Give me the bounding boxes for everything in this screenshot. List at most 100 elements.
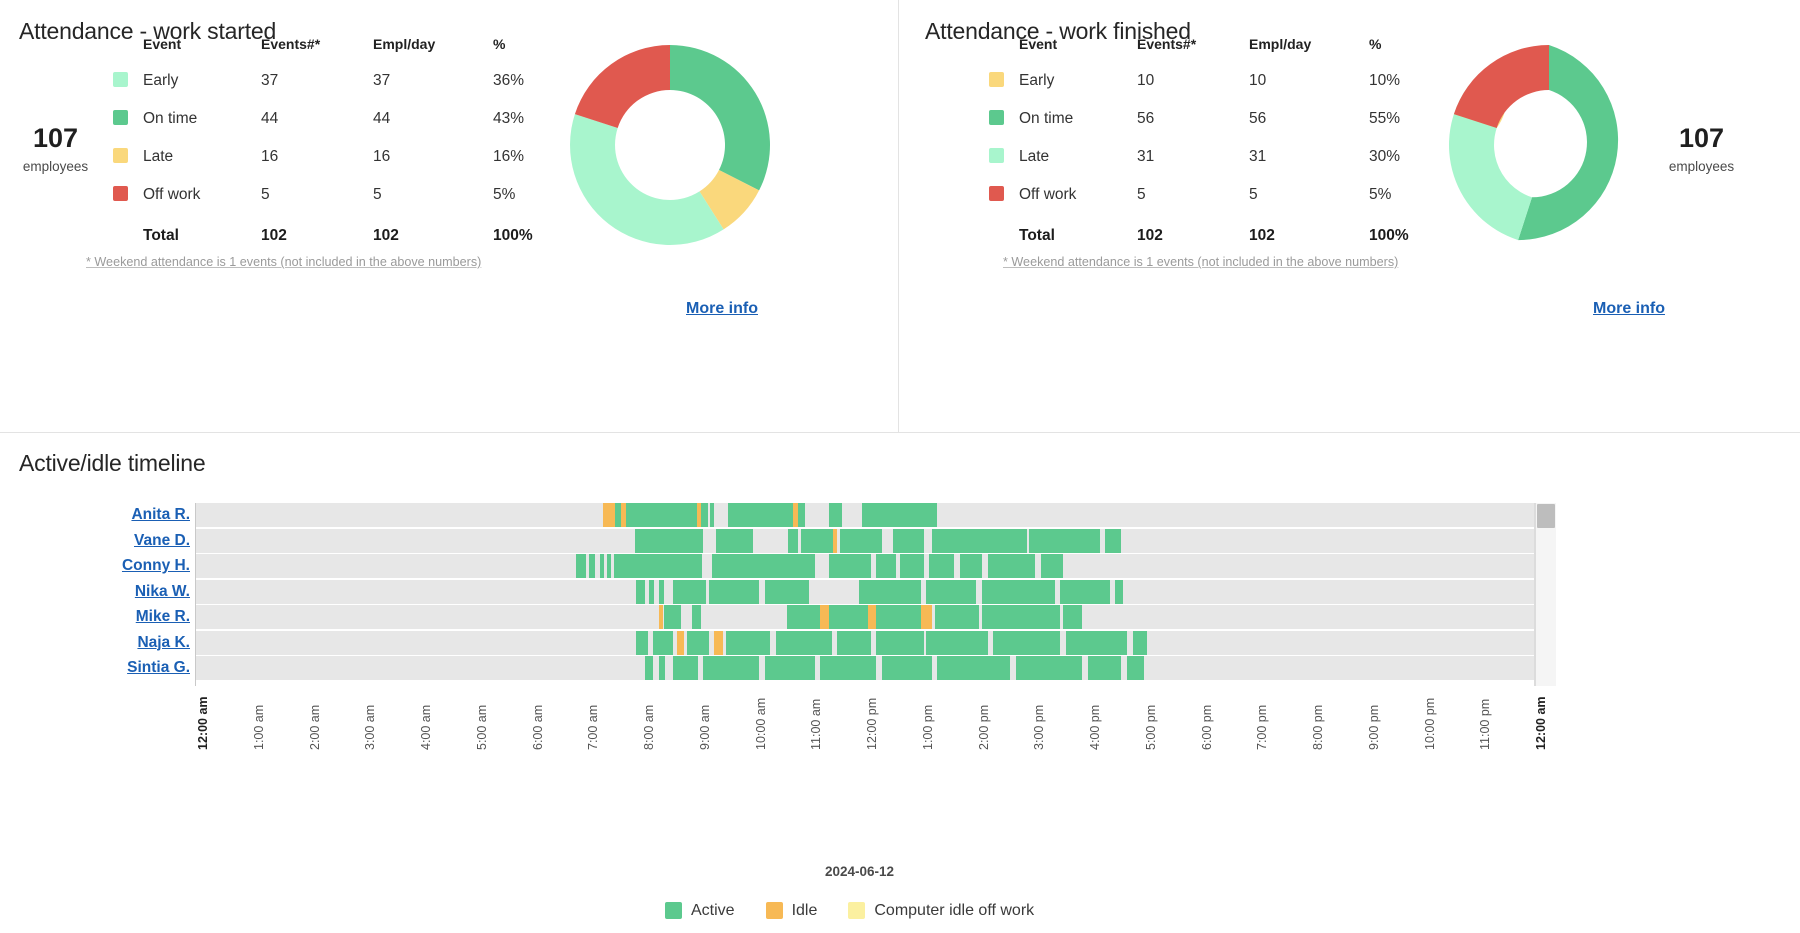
timeline-segment-active[interactable] [934,605,980,629]
timeline-segment-active[interactable] [764,579,810,604]
timeline-segment-active[interactable] [892,528,924,553]
timeline-segment-active[interactable] [862,503,938,527]
timeline-segment-idle[interactable] [714,630,723,655]
timeline-segment-active[interactable] [589,554,595,578]
timeline-scrollbar-thumb[interactable] [1537,504,1555,528]
x-axis-tick-label: 2:00 pm [976,704,991,750]
timeline-segment-idle[interactable] [867,605,877,629]
timeline-segment-active[interactable] [931,528,1027,553]
timeline-segment-active[interactable] [959,554,983,578]
timeline-segment-active[interactable] [630,503,644,527]
timeline-segment-active[interactable] [1060,579,1111,604]
timeline-segment-active[interactable] [828,605,868,629]
timeline-segment-active[interactable] [929,554,955,578]
timeline-segment-active[interactable] [711,554,815,578]
timeline-segment-active[interactable] [643,503,697,527]
legend-item[interactable]: Active [665,902,735,920]
timeline-segment-active[interactable] [576,554,587,578]
timeline-segment-active[interactable] [987,554,1036,578]
timeline-segment-active[interactable] [715,528,754,553]
timeline-segment-idle[interactable] [676,630,684,655]
employee-link-anita-r[interactable]: Anita R. [0,506,190,524]
timeline-segment-active[interactable] [1114,579,1123,604]
timeline-segment-active[interactable] [1088,656,1122,680]
timeline-segment-active[interactable] [636,579,645,604]
x-axis-tick-label: 7:00 pm [1255,704,1270,750]
timeline-segment-active[interactable] [800,528,833,553]
timeline-segment-idle[interactable] [658,605,664,629]
timeline-segment-active[interactable] [1062,605,1083,629]
timeline-segment-active[interactable] [708,579,760,604]
timeline-segment-active[interactable] [828,503,842,527]
timeline-segment-active[interactable] [859,579,921,604]
timeline-segment-idle[interactable] [820,605,829,629]
timeline-segment-active[interactable] [786,605,821,629]
timeline-segment-active[interactable] [703,656,760,680]
legend-item[interactable]: Idle [765,902,817,920]
timeline-segment-active[interactable] [982,605,1061,629]
legend-item[interactable]: Computer idle off work [848,902,1034,920]
timeline-segment-active[interactable] [1065,630,1127,655]
timeline-segment-active[interactable] [993,630,1061,655]
timeline-segment-active[interactable] [839,528,882,553]
timeline-segment-active[interactable] [658,656,666,680]
employee-link-naja-k[interactable]: Naja K. [0,634,190,652]
more-info-link-right[interactable]: More info [1593,300,1665,318]
timeline-segment-active[interactable] [1040,554,1063,578]
timeline-segment-active[interactable] [644,656,654,680]
timeline-segment-active[interactable] [876,554,896,578]
timeline-segment-active[interactable] [700,503,708,527]
timeline-segment-active[interactable] [837,630,871,655]
timeline-segment-active[interactable] [1104,528,1122,553]
timeline-segment-idle[interactable] [920,605,932,629]
timeline-segment-active[interactable] [600,554,605,578]
timeline-segment-idle[interactable] [602,503,616,527]
timeline-segment-active[interactable] [899,554,924,578]
timeline-segment-active[interactable] [775,630,832,655]
timeline-segment-active[interactable] [728,503,793,527]
timeline-segment-active[interactable] [798,503,805,527]
timeline-segment-active[interactable] [653,630,673,655]
timeline-segment-active[interactable] [1132,630,1147,655]
timeline-segment-active[interactable] [672,656,698,680]
employee-link-sintia-g[interactable]: Sintia G. [0,659,190,677]
timeline-segment-active[interactable] [1029,528,1101,553]
employee-link-mike-r[interactable]: Mike R. [0,608,190,626]
timeline-segment-active[interactable] [648,579,655,604]
timeline-segment-active[interactable] [820,656,877,680]
timeline-segment-active[interactable] [788,528,799,553]
timeline-segment-active[interactable] [664,605,682,629]
timeline-segment-active[interactable] [881,656,932,680]
timeline-segment-active[interactable] [686,630,709,655]
timeline-segment-idle[interactable] [832,528,838,553]
employee-link-nika-w[interactable]: Nika W. [0,583,190,601]
employee-link-conny-h[interactable]: Conny H. [0,557,190,575]
timeline-segment-active[interactable] [692,605,701,629]
timeline-segment-active[interactable] [636,630,648,655]
timeline-segment-active[interactable] [653,528,704,553]
timeline-segment-active[interactable] [926,630,988,655]
timeline-segment-active[interactable] [658,579,665,604]
timeline-segment-active[interactable] [926,579,977,604]
timeline-segment-active[interactable] [876,605,921,629]
timeline-segment-active[interactable] [828,554,871,578]
more-info-link-left[interactable]: More info [686,300,758,318]
timeline-segment-active[interactable] [672,579,707,604]
timeline-segment-active[interactable] [725,630,771,655]
timeline-segment-active[interactable] [614,554,703,578]
timeline-segment-active[interactable] [710,503,715,527]
timeline-segment-active[interactable] [937,656,1010,680]
timeline-segment-active[interactable] [635,528,654,553]
timeline-segment-active[interactable] [876,630,924,655]
timeline-scrollbar-track[interactable] [1536,503,1556,686]
donut-svg-work-finished [1448,45,1619,241]
timeline-segment-active[interactable] [1015,656,1083,680]
x-axis-tick-label: 11:00 pm [1478,698,1493,750]
timeline-segment-active[interactable] [1127,656,1144,680]
employee-link-vane-d[interactable]: Vane D. [0,532,190,550]
timeline-segment-active[interactable] [764,656,815,680]
timeline-legend: Active Idle Computer idle off work [665,902,1056,920]
timeline-segment-active[interactable] [982,579,1055,604]
timeline-segment-active[interactable] [607,554,612,578]
cell-event: Late [143,148,174,165]
